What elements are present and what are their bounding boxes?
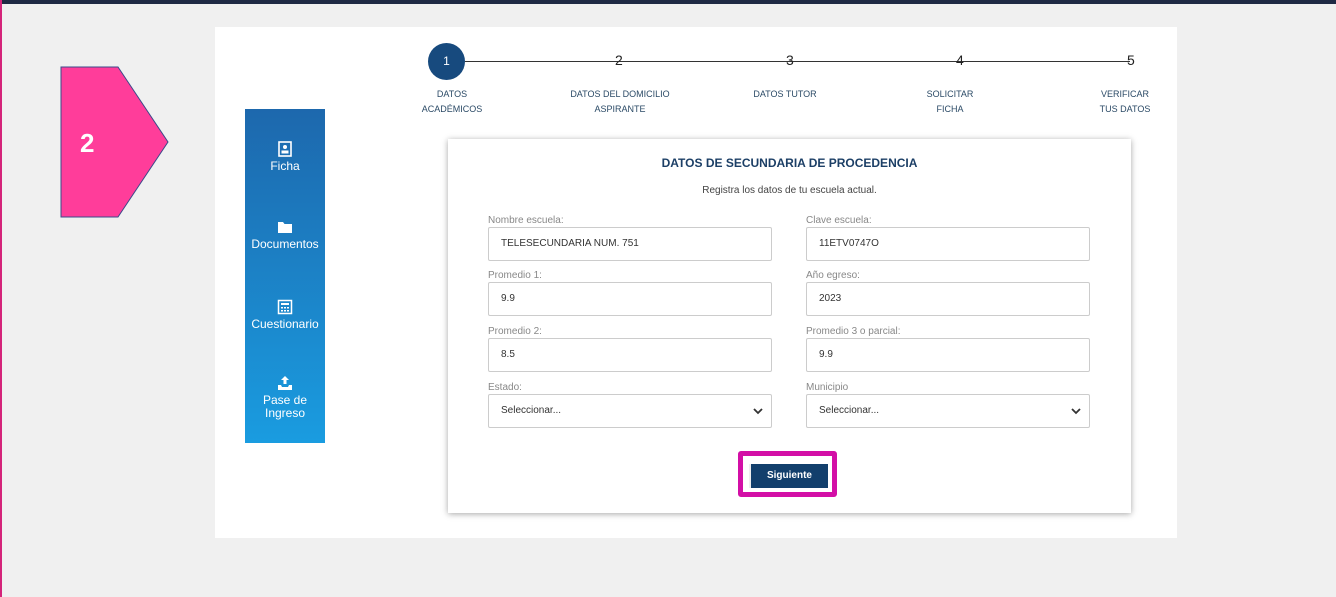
- siguiente-button[interactable]: Siguiente: [749, 464, 828, 488]
- step-4-number[interactable]: 4: [956, 52, 964, 68]
- chevron-down-icon: [753, 408, 763, 415]
- step-5-number[interactable]: 5: [1127, 52, 1135, 68]
- form-subtitle: Registra los datos de tu escuela actual.: [702, 185, 877, 196]
- step-2-number[interactable]: 2: [615, 52, 623, 68]
- sidebar-item-label: Documentos: [251, 237, 319, 251]
- step-4-label: SOLICITAR FICHA: [910, 87, 990, 117]
- step-label-line: ASPIRANTE: [594, 104, 646, 114]
- promedio-2-input[interactable]: 8.5: [488, 338, 772, 372]
- municipio-selected-value: Seleccionar...: [819, 405, 880, 416]
- chevron-down-icon: [1071, 408, 1081, 415]
- step-label-line: SOLICITAR: [926, 89, 974, 99]
- sidebar-item-ficha[interactable]: Ficha: [245, 141, 325, 173]
- upload-tray-icon: [278, 376, 292, 390]
- sidebar-item-label: Cuestionario: [251, 317, 319, 331]
- sidebar-item-pase-de-ingreso[interactable]: Pase de Ingreso: [245, 375, 325, 420]
- step-2-label: DATOS DEL DOMICILIO ASPIRANTE: [555, 87, 685, 117]
- anio-egreso-input[interactable]: 2023: [806, 282, 1090, 316]
- step-5-label: VERIFICAR TUS DATOS: [1085, 87, 1165, 117]
- step-label-line: DATOS: [436, 89, 468, 99]
- estado-label: Estado:: [488, 382, 522, 393]
- promedio-3-input[interactable]: 9.9: [806, 338, 1090, 372]
- municipio-label: Municipio: [806, 382, 849, 393]
- nombre-escuela-label: Nombre escuela:: [488, 215, 564, 226]
- sidebar-item-label: Ficha: [270, 159, 300, 173]
- promedio-1-label: Promedio 1:: [488, 270, 542, 281]
- sidebar: Ficha Documentos Cuestionario Pase de In…: [245, 109, 325, 443]
- callout-arrow-shape: [60, 66, 169, 218]
- step-3-label: DATOS TUTOR: [735, 87, 835, 102]
- step-1-label: DATOS ACADÉMICOS: [406, 87, 498, 117]
- clave-escuela-label: Clave escuela:: [806, 215, 872, 226]
- promedio-1-input[interactable]: 9.9: [488, 282, 772, 316]
- step-label-line: TUS DATOS: [1099, 104, 1151, 114]
- step-label-line: FICHA: [936, 104, 964, 114]
- step-label-line: ACADÉMICOS: [421, 104, 483, 114]
- page-left-border: [0, 0, 2, 597]
- step-3-number[interactable]: 3: [786, 52, 794, 68]
- estado-selected-value: Seleccionar...: [501, 405, 562, 416]
- nombre-escuela-input[interactable]: TELESECUNDARIA NUM. 751: [488, 227, 772, 261]
- step-callout: 2: [60, 66, 170, 218]
- step-label-line: VERIFICAR: [1100, 89, 1149, 99]
- step-label-line: DATOS DEL DOMICILIO: [570, 89, 670, 99]
- promedio-3-label: Promedio 3 o parcial:: [806, 326, 901, 337]
- form-title: DATOS DE SECUNDARIA DE PROCEDENCIA: [661, 156, 918, 170]
- estado-select[interactable]: Seleccionar...: [488, 394, 772, 428]
- callout-number: 2: [80, 128, 95, 158]
- window-top-bar: [0, 0, 1336, 4]
- promedio-2-label: Promedio 2:: [488, 326, 542, 337]
- step-1-circle[interactable]: 1: [428, 43, 465, 80]
- sidebar-item-label: Pase de Ingreso: [262, 393, 308, 420]
- folder-icon: [278, 222, 292, 233]
- step-number: 1: [443, 54, 450, 68]
- anio-egreso-label: Año egreso:: [806, 270, 860, 281]
- calculator-icon: [277, 299, 293, 315]
- sidebar-item-documentos[interactable]: Documentos: [245, 219, 325, 251]
- clave-escuela-input[interactable]: 11ETV0747O: [806, 227, 1090, 261]
- step-label-line: DATOS TUTOR: [753, 89, 817, 99]
- stepper-line: [465, 61, 1130, 62]
- municipio-select[interactable]: Seleccionar...: [806, 394, 1090, 428]
- sidebar-item-cuestionario[interactable]: Cuestionario: [245, 299, 325, 331]
- id-card-icon: [278, 141, 292, 157]
